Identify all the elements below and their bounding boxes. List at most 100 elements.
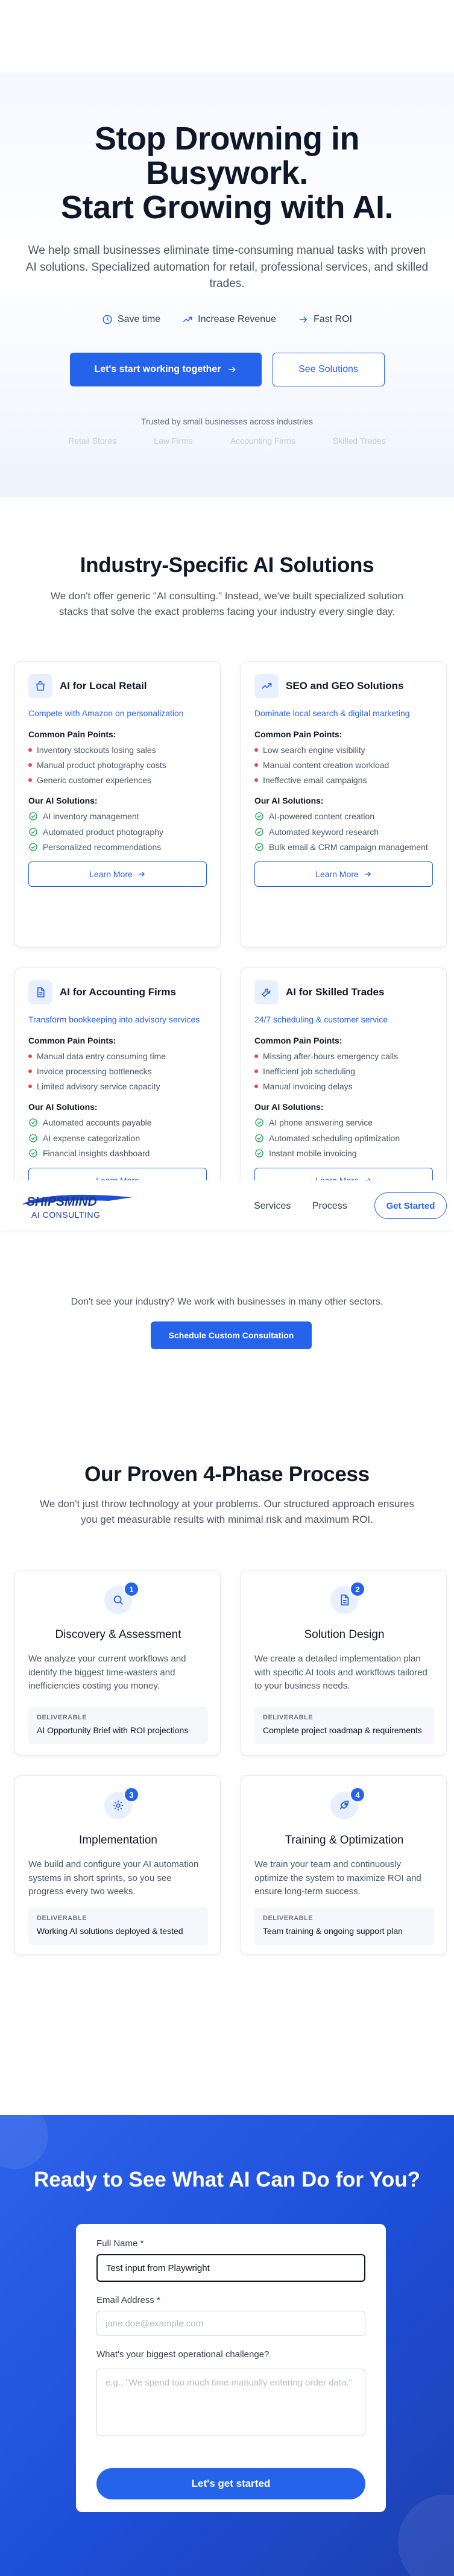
card-tagline: Compete with Amazon on personalization [28,708,184,718]
deliverable-box: DELIVERABLE Working AI solutions deploye… [28,1907,208,1945]
solution-list: Automated accounts payable AI expense ca… [28,1116,207,1159]
shopping-bag-icon [28,674,52,698]
clock-icon [102,314,113,325]
pain-item: Invoice processing bottlenecks [28,1065,207,1077]
phase-card-discovery: 1 Discovery & Assessment We analyze your… [14,1570,221,1756]
start-working-button[interactable]: Let's start working together [69,353,262,386]
benefits-row: Save time Increase Revenue Fast ROI [0,314,454,325]
bullet-dot-icon [28,763,32,767]
hero-title-line: Start Growing with AI. [61,189,394,226]
hero-title-line: Stop Drowning in [95,121,359,157]
deliverable-label: DELIVERABLE [263,1714,314,1721]
deliverable-label: DELIVERABLE [37,1915,87,1922]
solution-card-retail: AI for Local Retail Compete with Amazon … [14,661,221,948]
card-tagline: Transform bookkeeping into advisory serv… [28,1015,200,1024]
bullet-dot-icon [254,763,258,767]
benefit-label: Increase Revenue [198,314,276,324]
process-subtitle: We don't just throw technology at your p… [40,1498,414,1526]
trusted-text: Trusted by small businesses across indus… [140,417,314,426]
full-name-input[interactable] [96,2254,365,2282]
phase-description: We train your team and continuously opti… [254,1859,421,1897]
industry-label: Accounting Firms [230,436,295,446]
solution-item: AI expense categorization [28,1132,207,1144]
site-header: SHIPSMIND AI CONSULTING Services Process… [0,1180,454,1230]
bullet-dot-icon [254,778,258,783]
deliverable-value: Team training & ongoing support plan [263,1926,403,1936]
pain-heading: Common Pain Points: [28,729,116,739]
pain-list: Missing after-hours emergency calls Inef… [254,1050,433,1093]
check-circle-icon [29,812,37,821]
learn-more-label: Learn More [89,869,133,880]
nav-link-services[interactable]: Services [254,1201,291,1212]
gear-icon: 3 [104,1787,139,1819]
solution-item: Personalized recommendations [28,841,207,853]
card-tagline: 24/7 scheduling & customer service [254,1015,388,1024]
check-circle-icon [29,1149,37,1157]
pain-item: Limited advisory service capacity [28,1080,207,1092]
challenge-textarea[interactable] [96,2369,365,2436]
phase-number-badge: 3 [124,1787,139,1803]
pain-list: Manual data entry consuming time Invoice… [28,1050,207,1093]
check-circle-icon [255,812,263,821]
contact-form: Full Name * Email Address * What's your … [76,2224,386,2512]
pain-heading: Common Pain Points: [254,729,342,739]
pain-item: Manual invoicing delays [254,1080,433,1092]
deliverable-box: DELIVERABLE AI Opportunity Brief with RO… [28,1707,208,1744]
solution-item: Automated scheduling optimization [254,1132,433,1144]
solution-list: AI inventory management Automated produc… [28,810,207,853]
schedule-consultation-button[interactable]: Schedule Custom Consultation [151,1321,312,1349]
deliverable-value: AI Opportunity Brief with ROI projection… [37,1725,189,1735]
decorative-circle [0,2115,48,2169]
solutions-heading: Our AI Solutions: [28,1102,98,1112]
arrow-right-icon [229,367,236,373]
card-tagline: Dominate local search & digital marketin… [254,708,410,718]
check-circle-icon [255,843,263,851]
bullet-dot-icon [28,1054,32,1058]
phase-card-design: 2 Solution Design We create a detailed i… [241,1570,447,1756]
deliverable-value: Complete project roadmap & requirements [263,1725,422,1735]
card-title: AI for Accounting Firms [60,986,176,998]
solutions-title: Industry-Specific AI Solutions [80,553,374,577]
phase-card-implementation: 3 Implementation We build and configure … [14,1775,221,1955]
pain-item: Manual product photography costs [28,759,207,771]
pain-list: Low search engine visibility Manual cont… [254,744,433,787]
phase-title: Solution Design [304,1628,385,1641]
email-label: Email Address * [96,2295,160,2305]
full-name-label: Full Name * [96,2238,144,2249]
phase-number-badge: 4 [350,1787,365,1803]
solution-list: AI phone answering service Automated sch… [254,1116,433,1159]
solution-item: Financial insights dashboard [28,1147,207,1159]
pain-item: Missing after-hours emergency calls [254,1050,433,1062]
get-started-button[interactable]: Get Started [374,1192,447,1219]
bullet-dot-icon [28,1069,32,1073]
pain-heading: Common Pain Points: [28,1035,116,1045]
benefit-label: Save time [117,314,161,324]
see-solutions-button[interactable]: See Solutions [272,353,385,386]
logo[interactable]: SHIPSMIND AI CONSULTING [18,1188,139,1224]
submit-button[interactable]: Let's get started [96,2468,365,2499]
trend-up-icon [182,314,193,325]
pain-item: Low search engine visibility [254,744,433,756]
check-circle-icon [29,1118,37,1127]
solutions-subtitle: We don't offer generic "AI consulting." … [51,590,403,618]
pain-item: Inventory stockouts losing sales [28,744,207,756]
solution-item: AI-powered content creation [254,810,433,822]
phase-number-badge: 2 [350,1581,365,1597]
nav-link-process[interactable]: Process [312,1201,347,1212]
phase-description: We create a detailed implementation plan… [254,1654,427,1691]
email-input[interactable] [96,2311,365,2336]
solution-item: AI inventory management [28,810,207,822]
pain-item: Ineffective email campaigns [254,774,433,786]
document-icon: 2 [330,1581,365,1614]
arrow-right-icon [298,314,309,325]
search-icon: 1 [104,1581,139,1614]
challenge-label: What's your biggest operational challeng… [96,2349,270,2360]
solution-card-seo: SEO and GEO Solutions Dominate local sea… [241,661,447,948]
learn-more-button[interactable]: Learn More [28,861,207,887]
pain-item: Manual content creation workload [254,759,433,771]
solution-item: Automated product photography [28,826,207,838]
pain-list: Inventory stockouts losing sales Manual … [28,744,207,787]
benefit-label: Fast ROI [313,314,352,324]
solution-item: Automated accounts payable [28,1116,207,1129]
learn-more-button[interactable]: Learn More [254,861,433,887]
